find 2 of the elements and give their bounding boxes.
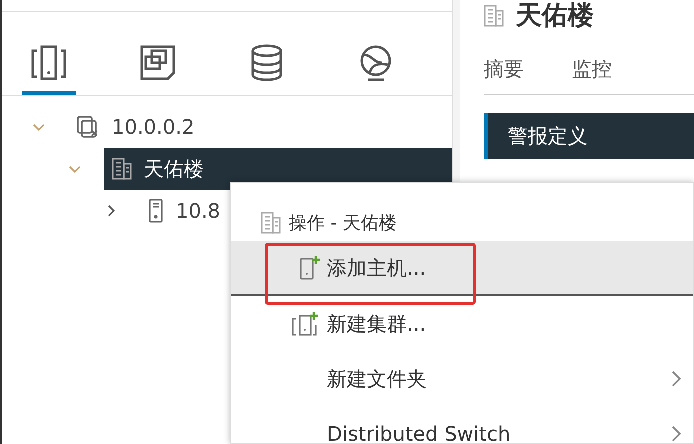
menu-title: 操作 - 天佑楼	[289, 212, 397, 236]
page-title: 天佑楼	[516, 3, 594, 29]
